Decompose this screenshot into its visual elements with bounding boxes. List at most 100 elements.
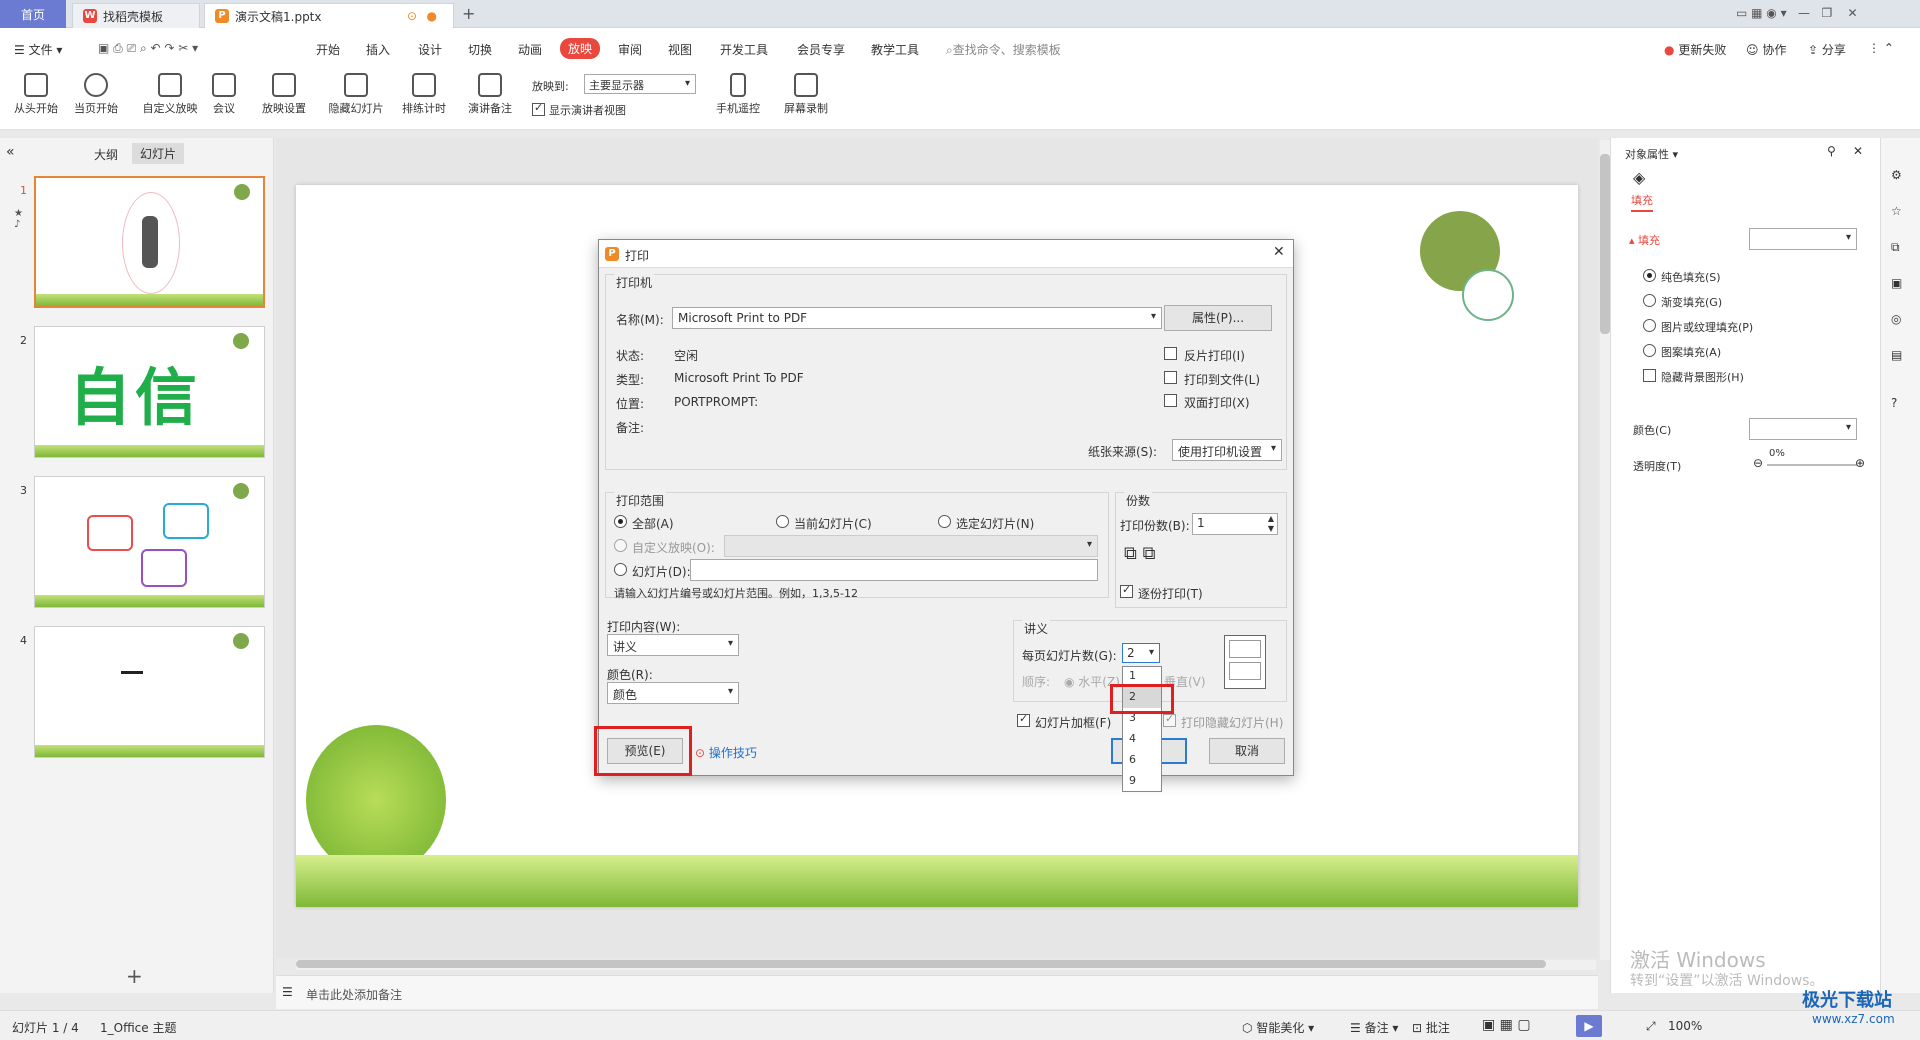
option-9[interactable]: 9 <box>1123 771 1161 792</box>
color-select[interactable] <box>1749 418 1857 440</box>
range-slides-radio[interactable] <box>614 563 627 576</box>
collab-button[interactable]: ☺ 协作 <box>1746 41 1786 58</box>
window-controls[interactable]: ▭ ▦ ◉ ▾ — ❐ ✕ <box>1736 6 1858 20</box>
show-to-select[interactable]: 主要显示器 <box>584 74 696 94</box>
decrease-icon[interactable]: ⊖ <box>1753 456 1763 470</box>
hide-bg-checkbox[interactable] <box>1643 369 1656 382</box>
range-custom-radio[interactable] <box>614 539 627 552</box>
beautify-button[interactable]: ⬡ 智能美化 ▾ <box>1242 1019 1314 1036</box>
slide-thumb-3[interactable] <box>34 476 265 608</box>
command-search[interactable]: ⌕查找命令、搜索模板 <box>946 41 1061 58</box>
fit-icon[interactable]: ⤢ <box>1646 1019 1656 1034</box>
menu-slideshow[interactable]: 放映 <box>560 38 601 59</box>
show-settings-button[interactable]: 放映设置 <box>254 70 314 116</box>
close-icon[interactable]: ✕ <box>1273 244 1285 260</box>
menu-teaching[interactable]: 教学工具 <box>871 41 919 58</box>
menu-insert[interactable]: 插入 <box>366 41 390 58</box>
reverse-checkbox[interactable] <box>1164 347 1177 360</box>
quick-access-icons[interactable]: ▣ ⎙ ⎚ ⌕ ↶ ↷ ✂ ▾ <box>98 41 198 56</box>
from-start-button[interactable]: 从头开始 <box>6 70 66 116</box>
fill-section-header[interactable]: ▴ 填充 <box>1629 232 1660 248</box>
copy-icon[interactable]: ⧉ <box>1891 240 1900 255</box>
paper-source-select[interactable]: 使用打印机设置 <box>1172 439 1282 461</box>
play-slideshow-icon[interactable]: ▶ <box>1576 1015 1602 1037</box>
h-scroll-thumb[interactable] <box>296 960 1546 968</box>
close-panel-icon[interactable]: ✕ <box>1853 144 1863 158</box>
zoom-level[interactable]: 100% <box>1668 1019 1702 1033</box>
from-current-button[interactable]: 当页开始 <box>66 70 126 116</box>
menu-transition[interactable]: 切换 <box>468 41 492 58</box>
frame-checkbox[interactable] <box>1017 712 1030 727</box>
solid-fill-radio[interactable] <box>1643 269 1656 282</box>
meeting-button[interactable]: 会议 <box>194 70 254 116</box>
slide-thumb-2[interactable]: 自信 <box>34 326 265 458</box>
collate-checkbox[interactable] <box>1120 583 1133 598</box>
collapse-icon[interactable]: « <box>6 144 15 160</box>
menu-design[interactable]: 设计 <box>418 41 442 58</box>
tab-outline[interactable]: 大纲 <box>94 146 118 163</box>
option-6[interactable]: 6 <box>1123 750 1161 771</box>
tab-template[interactable]: W 找稻壳模板 <box>72 3 200 28</box>
color-select[interactable]: 颜色 <box>607 682 739 704</box>
transparency-slider[interactable] <box>1767 464 1857 466</box>
properties-button[interactable]: 属性(P)... <box>1164 305 1272 331</box>
tab-fill[interactable]: 填充 <box>1631 192 1653 212</box>
view-mode-icons[interactable]: ▣ ▦ ▢ <box>1482 1017 1531 1033</box>
tab-document[interactable]: P 演示文稿1.pptx ⊙ ● <box>204 3 454 28</box>
share-button[interactable]: ⇪ 分享 <box>1808 41 1846 58</box>
comment-toggle[interactable]: ⊡ 批注 <box>1412 1019 1450 1036</box>
tips-link[interactable]: ⊙ 操作技巧 <box>695 744 757 761</box>
book-icon[interactable]: ▤ <box>1891 348 1902 362</box>
image-icon[interactable]: ▣ <box>1891 276 1902 290</box>
per-page-select[interactable]: 2 <box>1122 643 1160 663</box>
printer-name-select[interactable]: Microsoft Print to PDF <box>672 307 1162 329</box>
menu-member[interactable]: 会员专享 <box>797 41 845 58</box>
notes-bar[interactable]: ☰ 单击此处添加备注 <box>276 975 1598 1009</box>
file-menu[interactable]: ☰ 文件 ▾ <box>14 41 62 58</box>
help-icon[interactable]: ? <box>1891 396 1897 410</box>
gradient-fill-radio[interactable] <box>1643 294 1656 307</box>
pin-icon[interactable]: ⚲ <box>1827 144 1836 158</box>
screen-record-button[interactable]: 屏幕录制 <box>776 70 836 116</box>
spinner-icon[interactable]: ▲ ▼ <box>1268 514 1274 534</box>
menu-animation[interactable]: 动画 <box>518 41 542 58</box>
fill-type-select[interactable] <box>1749 228 1857 250</box>
speaker-notes-button[interactable]: 演讲备注 <box>460 70 520 116</box>
cancel-button[interactable]: 取消 <box>1209 738 1285 764</box>
update-fail-button[interactable]: ● 更新失败 <box>1664 41 1726 58</box>
new-tab-icon[interactable]: + <box>462 4 475 23</box>
slide-thumb-4[interactable] <box>34 626 265 758</box>
duplex-checkbox[interactable] <box>1164 394 1177 407</box>
add-slide-icon[interactable]: + <box>126 964 143 988</box>
option-4[interactable]: 4 <box>1123 729 1161 750</box>
copies-input[interactable]: 1 ▲ ▼ <box>1192 513 1278 535</box>
range-current-radio[interactable] <box>776 515 789 528</box>
panel-title[interactable]: 对象属性 ▾ <box>1625 146 1678 162</box>
rehearse-button[interactable]: 排练计时 <box>394 70 454 116</box>
custom-show-select[interactable] <box>724 535 1098 557</box>
scroll-thumb[interactable] <box>1600 154 1610 334</box>
print-hidden-checkbox[interactable] <box>1163 712 1176 727</box>
notes-toggle[interactable]: ☰ 备注 ▾ <box>1350 1019 1398 1036</box>
menu-devtools[interactable]: 开发工具 <box>720 41 768 58</box>
print-to-file-checkbox[interactable] <box>1164 371 1177 384</box>
horizontal-scrollbar[interactable] <box>296 960 1596 970</box>
star-icon[interactable]: ☆ <box>1891 204 1902 218</box>
properties-icon[interactable]: ⚙ <box>1891 168 1902 182</box>
range-all-radio[interactable] <box>614 515 627 528</box>
menu-review[interactable]: 审阅 <box>618 41 642 58</box>
menu-home[interactable]: 开始 <box>316 41 340 58</box>
hide-slide-button[interactable]: 隐藏幻灯片 <box>326 70 386 116</box>
range-selected-radio[interactable] <box>938 515 951 528</box>
tab-home[interactable]: 首页 <box>0 0 66 28</box>
tab-slides[interactable]: 幻灯片 <box>132 143 185 164</box>
increase-icon[interactable]: ⊕ <box>1855 456 1865 470</box>
slide-thumb-1[interactable] <box>34 176 265 308</box>
pattern-fill-radio[interactable] <box>1643 344 1656 357</box>
more-icon[interactable]: ⋮ ⌃ <box>1868 41 1894 55</box>
content-select[interactable]: 讲义 <box>607 634 739 656</box>
presenter-view-checkbox[interactable] <box>532 101 545 116</box>
slides-range-input[interactable] <box>690 559 1098 581</box>
vertical-scrollbar[interactable] <box>1600 140 1610 960</box>
location-icon[interactable]: ◎ <box>1891 312 1901 326</box>
